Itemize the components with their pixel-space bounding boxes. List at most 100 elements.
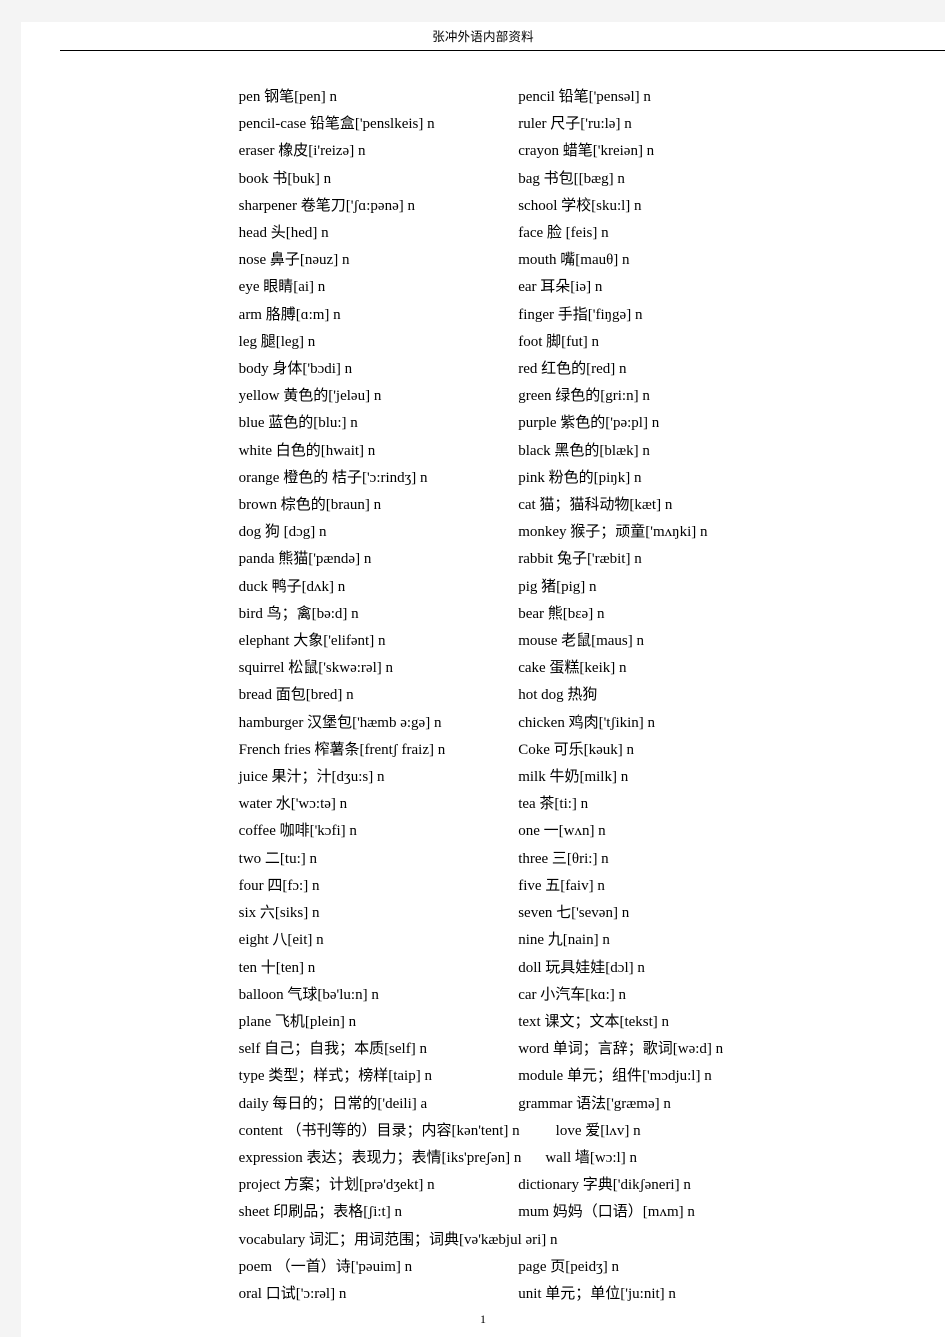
row-gutter xyxy=(21,302,239,329)
table-row: oral 口试['ɔ:rəl] n unit 单元；单位['ju:nit] n xyxy=(21,1281,945,1308)
entry-right: monkey 猴子；顽童['mʌŋki] n xyxy=(518,519,945,546)
vocab-entry: body 身体['bɔdi] n xyxy=(238,361,353,378)
entry-left: nose 鼻子[nəuz] n xyxy=(239,247,519,274)
entry-right: milk 牛奶[milk] n xyxy=(518,764,945,791)
entry-right: page 页[peidʒ] n xyxy=(518,1254,945,1281)
row-gutter xyxy=(21,356,239,383)
table-row: coffee 咖啡['kɔfi] n one 一[wʌn] n xyxy=(21,818,945,845)
vocab-entry: ten 十[ten] n xyxy=(238,959,316,976)
row-gutter xyxy=(21,438,239,465)
table-row: leg 腿[leg] n foot 脚[fut] n xyxy=(21,329,945,356)
vocab-entry-trailing: love 爱[lʌv] n xyxy=(555,1122,641,1139)
entry-right: black 黑色的[blæk] n xyxy=(518,438,945,465)
entry-right: grammar 语法['græmə] n xyxy=(518,1091,945,1118)
table-row: squirrel 松鼠['skwə:rəl] n cake 蛋糕[keik] n xyxy=(21,655,945,682)
entry-right: bear 熊[bɛə] n xyxy=(518,601,945,628)
table-row: nose 鼻子[nəuz] n mouth 嘴[mauθ] n xyxy=(21,247,945,274)
vocab-entry: nose 鼻子[nəuz] n xyxy=(238,252,350,269)
row-gutter xyxy=(21,111,239,138)
entry-left: daily 每日的；日常的['deili] a xyxy=(239,1091,519,1118)
entry-left: eye 眼睛[ai] n xyxy=(239,274,519,301)
entry-left: duck 鸭子[dʌk] n xyxy=(239,574,519,601)
entry-left: juice 果汁；汁[dʒu:s] n xyxy=(239,764,519,791)
table-row: water 水['wɔ:tə] n tea 茶[ti:] n xyxy=(21,791,945,818)
vocab-entry: car 小汽车[kɑ:] n xyxy=(518,986,627,1003)
table-row: arm 胳膊[ɑ:m] n finger 手指['fiŋgə] n xyxy=(21,302,945,329)
entry-left: book 书[buk] n xyxy=(239,166,519,193)
table-row: head 头[hed] n face 脸 [feis] n xyxy=(21,220,945,247)
entry-right: tea 茶[ti:] n xyxy=(518,791,945,818)
vocab-entry: squirrel 松鼠['skwə:rəl] n xyxy=(238,660,393,677)
entry-left: eight 八[eit] n xyxy=(239,927,519,954)
row-gutter xyxy=(21,628,239,655)
vocab-entry: five 五[faiv] n xyxy=(518,877,605,894)
table-row: dog 狗 [dɔg] n monkey 猴子；顽童['mʌŋki] n xyxy=(21,519,945,546)
entry-left: bread 面包[bred] n xyxy=(239,682,519,709)
row-gutter xyxy=(21,737,239,764)
entry-left: plane 飞机[plein] n xyxy=(239,1009,519,1036)
entry-right: crayon 蜡笔['kreiən] n xyxy=(518,138,945,165)
vocab-entry: French fries 榨薯条[frentʃ fraiz] n xyxy=(238,741,446,758)
vocab-entry: bread 面包[bred] n xyxy=(238,687,354,704)
entry-right: car 小汽车[kɑ:] n xyxy=(518,982,945,1009)
entry-left: ten 十[ten] n xyxy=(239,955,519,982)
table-row: eye 眼睛[ai] n ear 耳朵[iə] n xyxy=(21,274,945,301)
vocab-entry: blue 蓝色的[blu:] n xyxy=(238,415,358,432)
entry-wide: expression 表达；表现力；表情[iks'preʃən] n wall 墙… xyxy=(239,1145,945,1172)
entry-left: arm 胳膊[ɑ:m] n xyxy=(239,302,519,329)
table-row: orange 橙色的 桔子['ɔ:rindʒ] n pink 粉色的[piŋk]… xyxy=(21,465,945,492)
row-gutter xyxy=(21,383,239,410)
vocab-entry: leg 腿[leg] n xyxy=(238,333,316,350)
entry-left: brown 棕色的[braun] n xyxy=(239,492,519,519)
vocab-entry: face 脸 [feis] n xyxy=(518,225,609,242)
row-gutter xyxy=(21,1118,239,1145)
entry-wide: content （书刊等的）目录；内容[kən'tent] n love 爱[lʌ… xyxy=(239,1118,945,1145)
entry-right: pink 粉色的[piŋk] n xyxy=(518,465,945,492)
vocab-entry: bird 鸟；禽[bə:d] n xyxy=(238,605,359,622)
entry-left: balloon 气球[bə'lu:n] n xyxy=(239,982,519,1009)
entry-left: pen 钢笔[pen] n xyxy=(239,84,519,111)
row-gutter xyxy=(21,1199,239,1226)
table-row: French fries 榨薯条[frentʃ fraiz] n Coke 可乐… xyxy=(21,737,945,764)
vocab-entry: chicken 鸡肉['tʃikin] n xyxy=(518,714,656,731)
vocab-entry: self 自己；自我；本质[self] n xyxy=(238,1041,427,1058)
vocab-entry: six 六[siks] n xyxy=(238,905,320,922)
row-gutter xyxy=(21,492,239,519)
entry-left: sharpener 卷笔刀['ʃɑ:pənə] n xyxy=(239,193,519,220)
entry-left: hamburger 汉堡包['hæmb ə:gə] n xyxy=(239,710,519,737)
table-row: four 四[fɔ:] n five 五[faiv] n xyxy=(21,873,945,900)
row-gutter xyxy=(21,846,239,873)
table-row: two 二[tu:] n three 三[θri:] n xyxy=(21,846,945,873)
vocab-entry: two 二[tu:] n xyxy=(238,850,317,867)
vocabulary-content: pen 钢笔[pen] n pencil 铅笔['pensəl] n penci… xyxy=(21,64,945,1308)
row-gutter xyxy=(21,546,239,573)
entry-right: hot dog 热狗 xyxy=(518,682,945,709)
vocab-entry: crayon 蜡笔['kreiən] n xyxy=(518,143,655,160)
page-footer: 1 xyxy=(21,1312,945,1327)
vocab-entry: one 一[wʌn] n xyxy=(518,823,606,840)
vocab-entry: grammar 语法['græmə] n xyxy=(518,1095,671,1112)
entry-right: pig 猪[pig] n xyxy=(518,574,945,601)
row-gutter xyxy=(21,1063,239,1090)
entry-right: module 单元；组件['mɔdju:l] n xyxy=(518,1063,945,1090)
row-gutter xyxy=(21,1254,239,1281)
entry-right: cake 蛋糕[keik] n xyxy=(518,655,945,682)
vocab-entry: rabbit 兔子['ræbit] n xyxy=(518,551,642,568)
vocab-entry: bag 书包[[bæg] n xyxy=(518,170,625,187)
table-row: ten 十[ten] n doll 玩具娃娃[dɔl] n xyxy=(21,955,945,982)
vocab-entry: page 页[peidʒ] n xyxy=(518,1258,619,1275)
vocab-entry: daily 每日的；日常的['deili] a xyxy=(238,1095,428,1112)
entry-left: oral 口试['ɔ:rəl] n xyxy=(239,1281,519,1308)
entry-left: self 自己；自我；本质[self] n xyxy=(239,1036,519,1063)
entry-left: four 四[fɔ:] n xyxy=(239,873,519,900)
vocab-entry: hamburger 汉堡包['hæmb ə:gə] n xyxy=(238,714,442,731)
entry-left: orange 橙色的 桔子['ɔ:rindʒ] n xyxy=(239,465,519,492)
vocab-entry: pencil-case 铅笔盒['penslkeis] n xyxy=(238,116,435,133)
vocab-entry: project 方案；计划[prə'dʒekt] n xyxy=(238,1177,435,1194)
vocab-entry: sharpener 卷笔刀['ʃɑ:pənə] n xyxy=(238,197,415,214)
vocab-entry: pencil 铅笔['pensəl] n xyxy=(518,89,651,105)
vocab-entry: three 三[θri:] n xyxy=(518,850,609,867)
entry-left: two 二[tu:] n xyxy=(239,846,519,873)
entry-left: head 头[hed] n xyxy=(239,220,519,247)
vocab-entry: eye 眼睛[ai] n xyxy=(238,279,326,296)
